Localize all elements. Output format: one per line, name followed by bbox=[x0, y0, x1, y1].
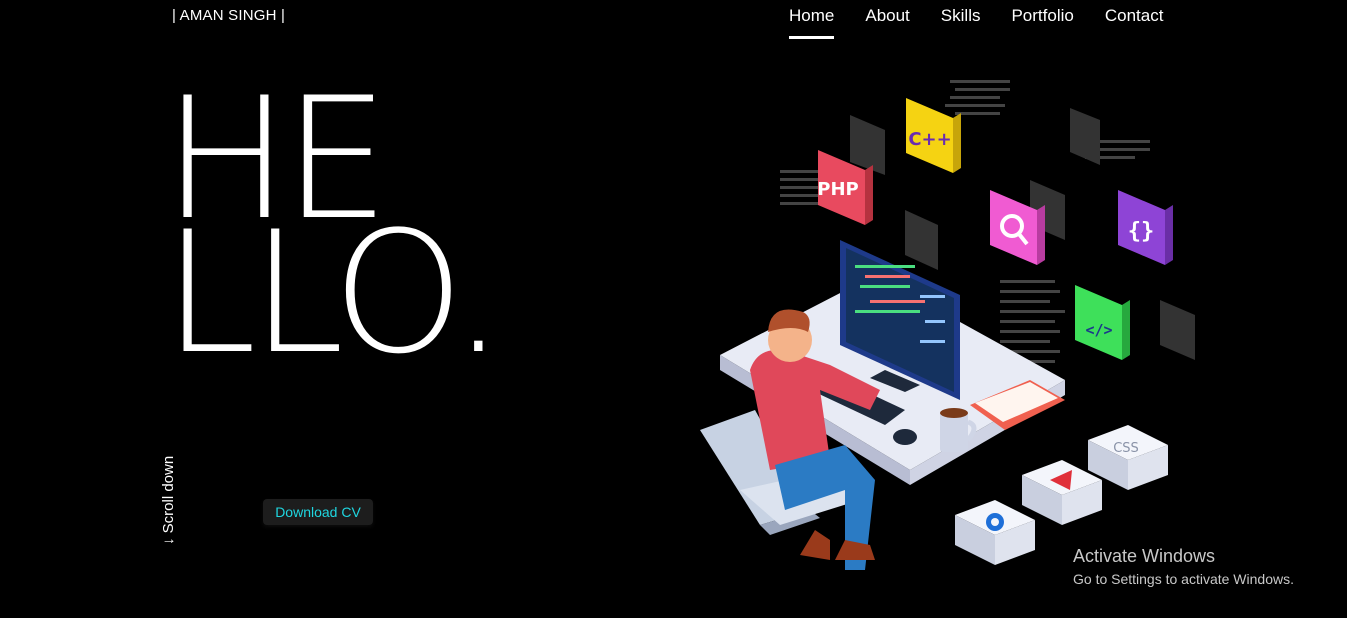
download-cv-button[interactable]: Download CV bbox=[263, 499, 373, 525]
nav-home[interactable]: Home bbox=[789, 6, 835, 39]
hero-heading: HE LLO. bbox=[163, 75, 505, 391]
svg-text:{}: {} bbox=[1128, 219, 1155, 244]
svg-text:C++: C++ bbox=[908, 129, 951, 150]
activate-windows-watermark: Activate Windows Go to Settings to activ… bbox=[1073, 546, 1294, 587]
nav-about[interactable]: About bbox=[865, 6, 909, 26]
braces-badge: {} bbox=[1118, 190, 1173, 265]
scroll-down-link[interactable]: ↓ Scroll down bbox=[160, 456, 177, 545]
nav-skills[interactable]: Skills bbox=[941, 6, 981, 26]
code-badge: </> bbox=[1075, 285, 1130, 360]
watermark-subtitle: Go to Settings to activate Windows. bbox=[1073, 571, 1294, 587]
brand-name: | AMAN SINGH | bbox=[172, 7, 286, 24]
watermark-title: Activate Windows bbox=[1073, 546, 1216, 566]
svg-text:</>: </> bbox=[1085, 321, 1112, 339]
svg-text:PHP: PHP bbox=[817, 179, 858, 200]
developer-illustration: PHP C++ {} </> CSS bbox=[700, 80, 1195, 570]
svg-text:CSS: CSS bbox=[1113, 441, 1139, 456]
nav-portfolio[interactable]: Portfolio bbox=[1011, 6, 1073, 26]
hero-line-2: LLO. bbox=[163, 195, 505, 391]
cpp-badge: C++ bbox=[906, 98, 961, 173]
main-nav: Home About Skills Portfolio Contact bbox=[789, 6, 1194, 39]
nav-contact[interactable]: Contact bbox=[1105, 6, 1164, 26]
settings-block bbox=[955, 500, 1035, 565]
